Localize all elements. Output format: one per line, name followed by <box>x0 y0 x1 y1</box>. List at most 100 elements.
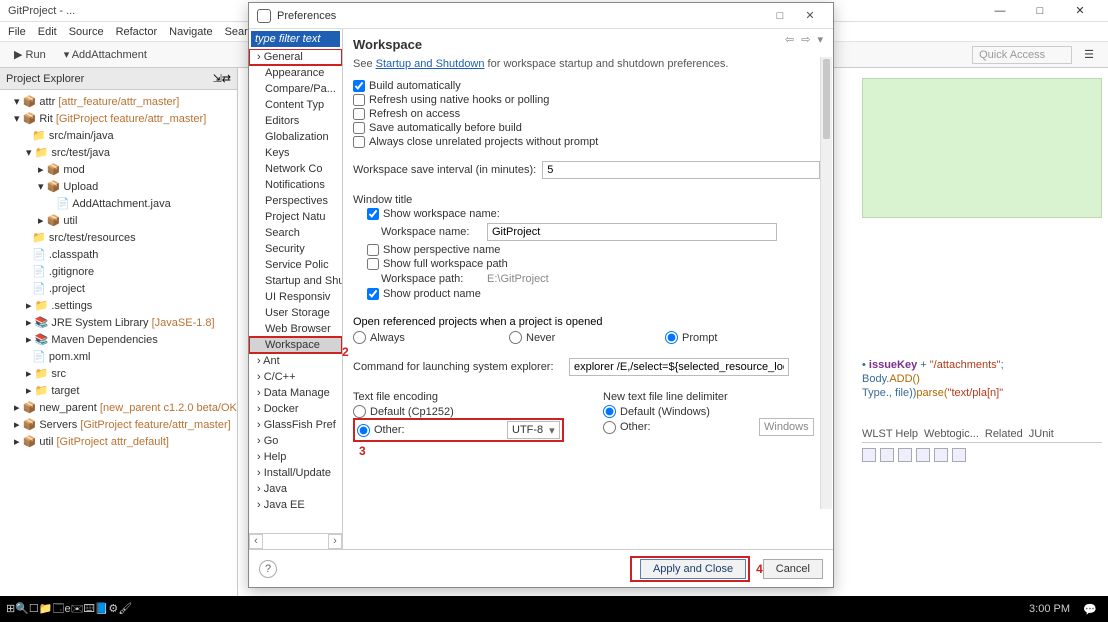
console-tabs[interactable]: WLST Help Webtogic... Related JUnit <box>862 428 1102 443</box>
show-workspace-name-checkbox[interactable]: Show workspace name: <box>367 208 823 220</box>
taskbar-icon[interactable]: ☐ <box>29 603 39 615</box>
nav-item-content-typ[interactable]: Content Typ <box>249 97 342 113</box>
nav-item-c-c-[interactable]: › C/C++ <box>249 369 342 385</box>
delimiter-default-radio[interactable]: Default (Windows) <box>603 405 823 418</box>
console-icon[interactable] <box>952 448 966 462</box>
project-explorer-tree[interactable]: ▾ 📦 attr [attr_feature/attr_master]▾ 📦 R… <box>0 90 237 455</box>
taskbar-icon[interactable]: 🖌 <box>118 603 132 615</box>
tree-node[interactable]: ▾ 📦 attr [attr_feature/attr_master] <box>0 94 237 111</box>
collapse-all-icon[interactable]: ⇲ <box>213 72 222 85</box>
nav-item-network-co[interactable]: Network Co <box>249 161 342 177</box>
cancel-button[interactable]: Cancel <box>763 559 823 579</box>
tree-node[interactable]: ▸ 📁 .settings <box>0 298 237 315</box>
taskbar-icon[interactable]: 🗔 <box>53 603 65 615</box>
tree-node[interactable]: ▸ 📁 src <box>0 366 237 383</box>
taskbar-icon[interactable]: 📘 <box>95 603 109 615</box>
nav-scroll-left-icon[interactable]: ‹ <box>249 534 263 549</box>
tree-node[interactable]: ▾ 📦 Rit [GitProject feature/attr_master] <box>0 111 237 128</box>
console-tab[interactable]: JUnit <box>1029 428 1054 440</box>
taskbar-icon[interactable]: ✉ <box>71 603 84 615</box>
tree-node[interactable]: ▾ 📁 src/test/java <box>0 145 237 162</box>
menu-refactor[interactable]: Refactor <box>116 26 158 38</box>
console-icon[interactable] <box>862 448 876 462</box>
apply-and-close-button[interactable]: Apply and Close <box>640 559 746 579</box>
open-ref-prompt-radio[interactable]: Prompt <box>665 331 815 344</box>
preferences-nav-list[interactable]: › GeneralAppearanceCompare/Pa...Content … <box>249 49 342 533</box>
link-editor-icon[interactable]: ⇄ <box>222 72 231 85</box>
tree-node[interactable]: 📁 src/main/java <box>0 128 237 145</box>
nav-item-go[interactable]: › Go <box>249 433 342 449</box>
menu-navigate[interactable]: Navigate <box>169 26 212 38</box>
menu-source[interactable]: Source <box>69 26 104 38</box>
nav-scrollbar[interactable]: ‹ › <box>249 533 342 549</box>
tree-node[interactable]: 📄 AddAttachment.java <box>0 196 237 213</box>
nav-item-java[interactable]: › Java <box>249 481 342 497</box>
ide-minimize-button[interactable]: — <box>980 5 1020 17</box>
tree-node[interactable]: ▸ 📦 Servers [GitProject feature/attr_mas… <box>0 417 237 434</box>
startup-shutdown-link[interactable]: Startup and Shutdown <box>376 58 485 70</box>
notification-icon[interactable]: 💬 <box>1078 603 1102 616</box>
page-nav-icons[interactable]: ⇦ ⇨ ▾ <box>785 33 825 46</box>
nav-item-data-manage[interactable]: › Data Manage <box>249 385 342 401</box>
nav-item-ant[interactable]: › Ant <box>249 353 342 369</box>
nav-item-workspace[interactable]: Workspace <box>249 337 342 353</box>
show-product-checkbox[interactable]: Show product name <box>367 288 823 300</box>
menu-edit[interactable]: Edit <box>38 26 57 38</box>
tree-node[interactable]: ▸ 📚 Maven Dependencies <box>0 332 237 349</box>
nav-item-docker[interactable]: › Docker <box>249 401 342 417</box>
nav-item-glassfish-pref[interactable]: › GlassFish Pref <box>249 417 342 433</box>
nav-item-compare-pa-[interactable]: Compare/Pa... <box>249 81 342 97</box>
console-icon[interactable] <box>880 448 894 462</box>
refresh-hooks-checkbox[interactable]: Refresh using native hooks or polling <box>353 94 823 106</box>
taskbar-icon[interactable]: ⌨ <box>83 603 94 615</box>
console-tab[interactable]: Related <box>985 428 1023 440</box>
perspective-icon[interactable]: ☰ <box>1078 46 1100 63</box>
delimiter-select[interactable]: Windows <box>759 418 814 436</box>
nav-item-keys[interactable]: Keys <box>249 145 342 161</box>
editor-pane[interactable] <box>862 78 1102 218</box>
console-icon[interactable] <box>934 448 948 462</box>
taskbar-icon[interactable]: 🔍 <box>15 603 29 615</box>
nav-item-install-update[interactable]: › Install/Update <box>249 465 342 481</box>
dialog-titlebar[interactable]: Preferences □ ✕ <box>249 3 833 29</box>
nav-item-web-browser[interactable]: Web Browser <box>249 321 342 337</box>
nav-item-ui-responsiv[interactable]: UI Responsiv <box>249 289 342 305</box>
taskbar-icon[interactable]: ⚙ <box>108 603 118 615</box>
ide-maximize-button[interactable]: □ <box>1020 5 1060 17</box>
console-icon[interactable] <box>916 448 930 462</box>
tree-node[interactable]: 📄 .project <box>0 281 237 298</box>
dialog-scrollbar[interactable] <box>820 57 832 509</box>
tree-node[interactable]: ▸ 📦 util [GitProject attr_default] <box>0 434 237 451</box>
nav-item-service-polic[interactable]: Service Polic <box>249 257 342 273</box>
tree-node[interactable]: 📄 .gitignore <box>0 264 237 281</box>
console-tab[interactable]: Webtogic... <box>924 428 979 440</box>
dialog-close-button[interactable]: ✕ <box>795 9 825 22</box>
taskbar-icon[interactable]: ⊞ <box>6 603 15 615</box>
filter-input[interactable]: type filter text <box>251 31 340 47</box>
taskbar-icon[interactable]: 📁 <box>39 603 53 615</box>
delimiter-other-radio[interactable]: Other: <box>603 421 753 434</box>
console-icon[interactable] <box>898 448 912 462</box>
console-tab[interactable]: WLST Help <box>862 428 918 440</box>
system-explorer-input[interactable] <box>569 358 789 376</box>
tree-node[interactable]: ▸ 📁 target <box>0 383 237 400</box>
build-automatically-checkbox[interactable]: Build automatically <box>353 80 823 92</box>
tree-node[interactable]: ▸ 📦 new_parent [new_parent c1.2.0 beta/O… <box>0 400 237 417</box>
close-unrelated-checkbox[interactable]: Always close unrelated projects without … <box>353 136 823 148</box>
nav-item-user-storage[interactable]: User Storage <box>249 305 342 321</box>
show-perspective-checkbox[interactable]: Show perspective name <box>367 244 823 256</box>
open-ref-never-radio[interactable]: Never <box>509 331 659 344</box>
dialog-maximize-button[interactable]: □ <box>765 10 795 22</box>
toolbar-run-button[interactable]: ▶ Run <box>8 46 52 63</box>
windows-taskbar[interactable]: ⊞🔍☐📁🗔e✉⌨📘⚙🖌 3:00 PM 💬 <box>0 596 1108 622</box>
open-ref-always-radio[interactable]: Always <box>353 331 503 344</box>
tree-node[interactable]: ▾ 📦 Upload <box>0 179 237 196</box>
help-button[interactable]: ? <box>259 560 277 578</box>
nav-item-security[interactable]: Security <box>249 241 342 257</box>
ide-close-button[interactable]: ✕ <box>1060 4 1100 17</box>
tree-node[interactable]: 📄 .classpath <box>0 247 237 264</box>
tree-node[interactable]: ▸ 📦 util <box>0 213 237 230</box>
save-before-build-checkbox[interactable]: Save automatically before build <box>353 122 823 134</box>
quick-access-input[interactable]: Quick Access <box>972 46 1072 64</box>
nav-item-notifications[interactable]: Notifications <box>249 177 342 193</box>
